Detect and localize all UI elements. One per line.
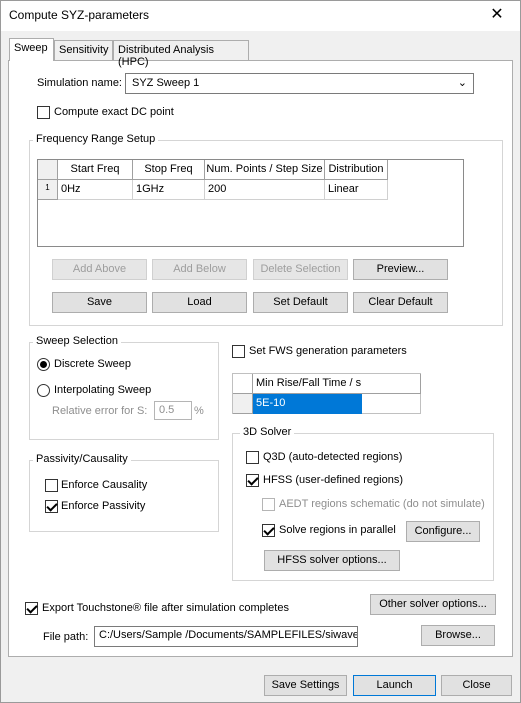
file-path-label: File path: [43,631,89,643]
hfss-checkbox[interactable] [246,474,259,487]
add-below-button[interactable]: Add Below [152,259,247,280]
enforce-causality-label: Enforce Causality [61,479,148,491]
grid-corner [38,160,58,180]
table-cell-distribution[interactable]: Linear [325,180,388,200]
load-button[interactable]: Load [152,292,247,313]
relative-error-value: 0.5 [159,404,175,416]
preview-button[interactable]: Preview... [353,259,448,280]
tab-sweep[interactable]: Sweep [9,38,54,61]
column-header-start-freq[interactable]: Start Freq [58,160,133,180]
row-header[interactable]: 1 [38,180,58,200]
relative-error-label: Relative error for S: [52,405,148,417]
aedt-schematic-checkbox[interactable] [262,498,275,511]
discrete-sweep-label: Discrete Sweep [54,358,132,370]
simulation-name-label: Simulation name: [37,77,122,89]
fws-column-header[interactable]: Min Rise/Fall Time / s [253,374,421,394]
hfss-solver-options-button[interactable]: HFSS solver options... [264,550,400,571]
tab-distributed-analysis[interactable]: Distributed Analysis (HPC) [113,40,249,68]
passivity-causality-group [29,460,219,532]
file-path-input[interactable]: C:/Users/Sample /Documents/SAMPLEFILES/s… [94,626,358,647]
table-cell-stop-freq[interactable]: 1GHz [133,180,205,200]
clear-default-button[interactable]: Clear Default [353,292,448,313]
simulation-name-dropdown[interactable]: SYZ Sweep 1 ⌄ [125,73,474,94]
configure-button[interactable]: Configure... [406,521,480,542]
close-button[interactable]: Close [441,675,512,696]
window-title: Compute SYZ-parameters [9,8,150,22]
simulation-name-value: SYZ Sweep 1 [132,77,200,89]
passivity-causality-title: Passivity/Causality [33,453,131,465]
launch-button[interactable]: Launch [353,675,436,696]
discrete-sweep-radio[interactable] [37,358,50,371]
solver-3d-title: 3D Solver [240,426,295,438]
column-header-num-points[interactable]: Num. Points / Step Size [205,160,325,180]
delete-selection-button[interactable]: Delete Selection [253,259,348,280]
fws-label: Set FWS generation parameters [249,345,407,357]
solve-parallel-label: Solve regions in parallel [279,524,396,536]
fws-grid[interactable]: Min Rise/Fall Time / s 5E-10 [232,373,421,414]
interpolating-sweep-label: Interpolating Sweep [54,384,152,396]
tab-sensitivity[interactable]: Sensitivity [54,40,113,60]
exact-dc-checkbox[interactable] [37,106,50,119]
column-header-distribution[interactable]: Distribution [325,160,388,180]
fws-cell-min-rise-time[interactable]: 5E-10 [253,394,362,414]
enforce-passivity-checkbox[interactable] [45,500,58,513]
interpolating-sweep-radio[interactable] [37,384,50,397]
export-touchstone-label: Export Touchstone® file after simulation… [42,602,289,614]
q3d-label: Q3D (auto-detected regions) [263,451,403,463]
enforce-causality-checkbox[interactable] [45,479,58,492]
frequency-range-title: Frequency Range Setup [33,133,159,145]
table-cell-start-freq[interactable]: 0Hz [58,180,133,200]
other-solver-options-button[interactable]: Other solver options... [370,594,496,615]
enforce-passivity-label: Enforce Passivity [61,500,146,512]
fws-checkbox[interactable] [232,345,245,358]
hfss-label: HFSS (user-defined regions) [263,474,404,486]
fws-row-header[interactable] [233,394,253,414]
solve-parallel-checkbox[interactable] [262,524,275,537]
sweep-selection-title: Sweep Selection [33,335,121,347]
save-settings-button[interactable]: Save Settings [264,675,347,696]
save-button[interactable]: Save [52,292,147,313]
relative-error-unit: % [194,405,204,417]
file-path-value: C:/Users/Sample /Documents/SAMPLEFILES/s… [99,629,358,641]
fws-grid-corner [233,374,253,394]
exact-dc-label: Compute exact DC point [54,106,174,118]
q3d-checkbox[interactable] [246,451,259,464]
table-cell-num-points[interactable]: 200 [205,180,325,200]
export-touchstone-checkbox[interactable] [25,602,38,615]
column-header-stop-freq[interactable]: Stop Freq [133,160,205,180]
chevron-down-icon: ⌄ [457,77,467,89]
set-default-button[interactable]: Set Default [253,292,348,313]
close-window-icon[interactable]: ✕ [487,5,507,25]
aedt-schematic-label: AEDT regions schematic (do not simulate) [279,498,485,510]
relative-error-input[interactable]: 0.5 [154,401,192,420]
add-above-button[interactable]: Add Above [52,259,147,280]
browse-button[interactable]: Browse... [421,625,495,646]
frequency-grid[interactable]: Start Freq Stop Freq Num. Points / Step … [37,159,464,247]
